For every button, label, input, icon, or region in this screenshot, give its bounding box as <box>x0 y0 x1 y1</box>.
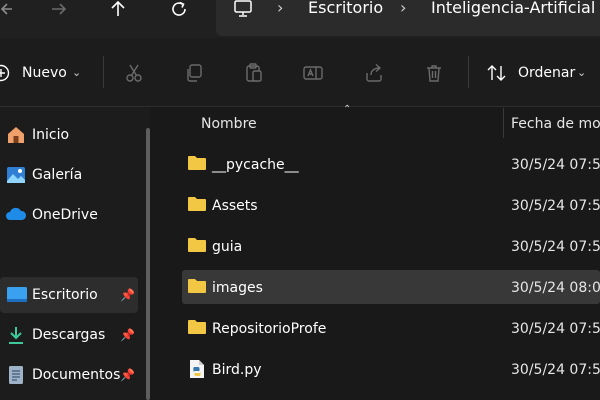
file-date: 30/5/24 07:55 <box>511 239 600 255</box>
file-name: Bird.py <box>212 362 262 378</box>
toolbar-divider <box>103 56 104 88</box>
new-button[interactable]: Nuevo ⌄ <box>0 60 90 88</box>
sidebar-item-label: Documentos <box>32 367 121 383</box>
table-row[interactable]: guia 30/5/24 07:55 <box>182 229 600 263</box>
sidebar-item-label: Escritorio <box>32 287 98 303</box>
share-icon[interactable] <box>364 63 384 87</box>
sort-button-label: Ordenar <box>518 65 576 81</box>
document-icon <box>8 365 24 389</box>
toolbar-divider <box>468 56 469 88</box>
sidebar-item-descargas[interactable]: Descargas 📌 <box>0 317 138 353</box>
column-header-date[interactable]: Fecha de mod <box>511 116 600 132</box>
table-row[interactable]: Bird.py 30/5/24 07:55 <box>182 352 600 386</box>
pin-icon[interactable]: 📌 <box>120 288 135 302</box>
table-row[interactable]: __pycache__ 30/5/24 07:58 <box>182 147 600 181</box>
download-icon <box>7 325 25 349</box>
sort-button[interactable]: Ordenar ⌄ <box>486 60 596 88</box>
folder-icon <box>187 155 207 175</box>
chevron-down-icon: ⌄ <box>577 66 587 79</box>
sidebar-item-label: Galería <box>32 167 83 183</box>
file-name: guia <box>212 239 243 255</box>
file-name: Assets <box>212 198 258 214</box>
sidebar-scrollbar[interactable] <box>146 128 150 400</box>
forward-arrow-icon[interactable] <box>50 0 68 22</box>
breadcrumb-chevron-icon: › <box>400 0 407 17</box>
table-row[interactable]: Assets 30/5/24 07:55 <box>182 188 600 222</box>
sidebar-item-inicio[interactable]: Inicio <box>0 117 138 153</box>
gallery-icon <box>6 165 26 189</box>
breadcrumb-escritorio[interactable]: Escritorio <box>308 0 383 17</box>
file-date: 30/5/24 07:55 <box>511 362 600 378</box>
cut-icon[interactable] <box>124 63 144 87</box>
back-arrow-icon[interactable] <box>0 0 14 22</box>
desktop-icon <box>6 286 28 308</box>
sort-ascending-icon: ⌃ <box>343 104 352 115</box>
monitor-icon <box>233 0 253 23</box>
file-date: 30/5/24 07:58 <box>511 157 600 173</box>
plus-circle-icon <box>0 64 10 86</box>
table-row[interactable]: RepositorioProfe 30/5/24 07:55 <box>182 311 600 345</box>
cloud-icon <box>5 206 27 226</box>
column-divider[interactable] <box>503 108 504 138</box>
table-row-selected[interactable]: images 30/5/24 08:03 <box>182 270 600 304</box>
folder-icon <box>187 196 207 216</box>
sidebar-item-onedrive[interactable]: OneDrive <box>0 197 138 233</box>
delete-icon[interactable] <box>424 63 444 87</box>
sidebar-item-label: Inicio <box>32 127 70 143</box>
folder-icon <box>187 278 207 298</box>
sidebar-item-label: Descargas <box>32 327 106 343</box>
home-icon <box>6 125 26 149</box>
rename-icon[interactable] <box>303 63 323 87</box>
folder-icon <box>187 237 207 257</box>
chevron-down-icon: ⌄ <box>72 66 82 79</box>
pin-icon[interactable]: 📌 <box>120 328 135 342</box>
sort-arrows-icon <box>486 64 508 86</box>
pin-icon[interactable]: 📌 <box>120 368 135 382</box>
up-arrow-icon[interactable] <box>109 0 127 22</box>
new-button-label: Nuevo <box>22 65 67 81</box>
paste-icon[interactable] <box>244 63 264 87</box>
sidebar-item-documentos[interactable]: Documentos 📌 <box>0 357 138 393</box>
column-header-name[interactable]: Nombre <box>201 116 257 132</box>
file-date: 30/5/24 07:55 <box>511 321 600 337</box>
sidebar-item-escritorio[interactable]: Escritorio 📌 <box>0 277 138 313</box>
sidebar-item-label: OneDrive <box>32 207 98 223</box>
file-date: 30/5/24 08:03 <box>511 280 600 296</box>
copy-icon[interactable] <box>184 63 204 87</box>
file-date: 30/5/24 07:55 <box>511 198 600 214</box>
file-name: images <box>212 280 263 296</box>
file-name: RepositorioProfe <box>212 321 327 337</box>
breadcrumb-current-folder[interactable]: Inteligencia-Artificial I <box>431 0 600 17</box>
file-name: __pycache__ <box>212 157 299 173</box>
folder-icon <box>187 319 207 339</box>
breadcrumb-chevron-icon: › <box>277 0 284 17</box>
sidebar-item-galeria[interactable]: Galería <box>0 157 138 193</box>
refresh-icon[interactable] <box>170 0 188 22</box>
python-file-icon <box>189 359 205 383</box>
